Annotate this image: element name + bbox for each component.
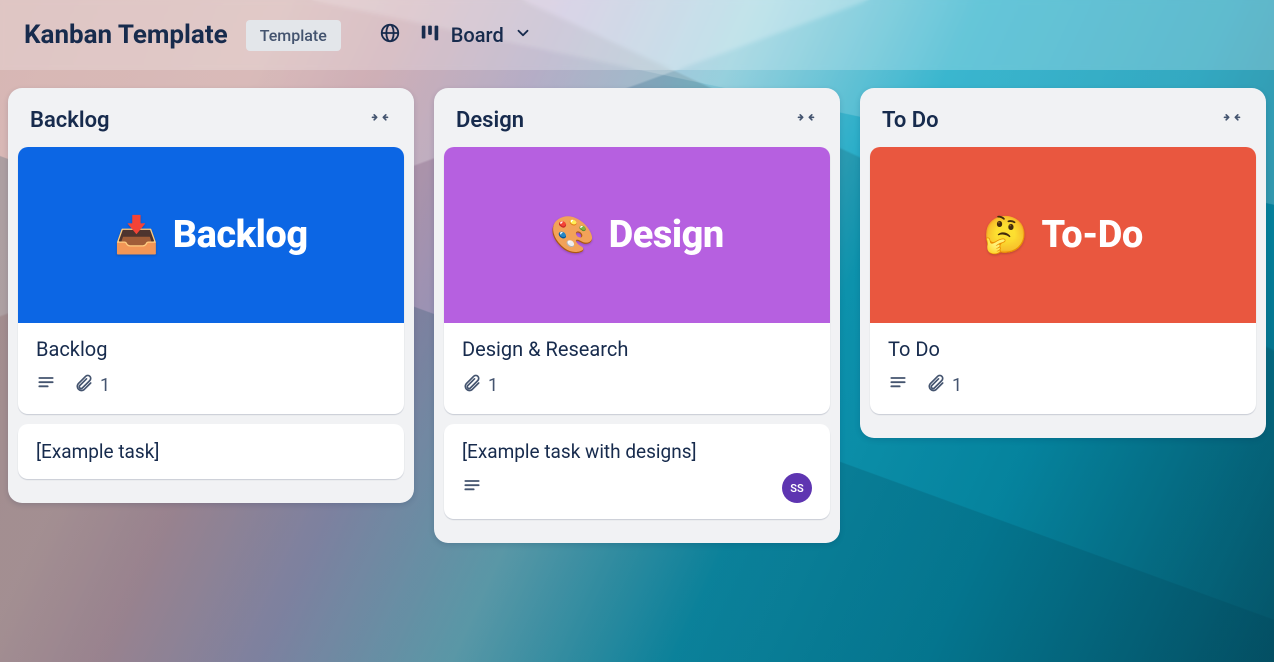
list: To Do 🤔 To-Do To Do 1: [860, 88, 1266, 438]
card[interactable]: 📥 Backlog Backlog 1: [18, 147, 404, 414]
board-title[interactable]: Kanban Template: [24, 20, 228, 50]
cover-emoji-icon: 🎨: [550, 214, 594, 256]
card[interactable]: 🎨 Design Design & Research 1: [444, 147, 830, 414]
list-title[interactable]: To Do: [882, 108, 939, 133]
attachment-icon: [462, 373, 482, 398]
card-title: Design & Research: [462, 337, 812, 361]
board-canvas[interactable]: Backlog 📥 Backlog Backlog 1: [0, 70, 1274, 543]
collapse-icon: [1220, 114, 1244, 133]
attachment-icon: [926, 373, 946, 398]
description-icon: [36, 373, 56, 398]
card-title: To Do: [888, 337, 1238, 361]
card[interactable]: 🤔 To-Do To Do 1: [870, 147, 1256, 414]
board-view-icon: [419, 22, 441, 49]
attachments-count: 1: [952, 375, 962, 396]
list-header: To Do: [870, 98, 1256, 147]
chevron-down-icon: [514, 23, 532, 47]
description-badge: [462, 476, 482, 501]
card-body: Design & Research 1: [444, 323, 830, 414]
view-switcher[interactable]: Board: [419, 22, 532, 49]
collapse-icon: [368, 114, 392, 133]
card-badges: 1: [888, 373, 1238, 398]
card[interactable]: [Example task with designs] SS: [444, 424, 830, 519]
board-header: Kanban Template Template Board: [0, 0, 1274, 70]
attachments-badge: 1: [462, 373, 498, 398]
cover-emoji-icon: 🤔: [983, 214, 1027, 256]
description-badge: [36, 373, 56, 398]
attachments-badge: 1: [926, 373, 962, 398]
globe-icon: [379, 22, 401, 48]
cover-text: To-Do: [1042, 213, 1143, 257]
card-cover: 🎨 Design: [444, 147, 830, 323]
card-badges: 1: [462, 373, 812, 398]
attachments-count: 1: [100, 375, 110, 396]
card-title: [Example task]: [36, 440, 386, 463]
list-header: Design: [444, 98, 830, 147]
cover-text: Design: [609, 213, 724, 257]
description-badge: [888, 373, 908, 398]
card-footer: SS: [462, 473, 812, 503]
template-badge[interactable]: Template: [246, 20, 341, 51]
collapse-icon: [794, 114, 818, 133]
list: Backlog 📥 Backlog Backlog 1: [8, 88, 414, 503]
collapse-list-button[interactable]: [368, 109, 392, 133]
description-icon: [888, 373, 908, 398]
card-title: Backlog: [36, 337, 386, 361]
list-header: Backlog: [18, 98, 404, 147]
card[interactable]: [Example task]: [18, 424, 404, 479]
card-title: [Example task with designs]: [462, 440, 812, 463]
description-icon: [462, 476, 482, 501]
member-avatar[interactable]: SS: [782, 473, 812, 503]
attachment-icon: [74, 373, 94, 398]
list-title[interactable]: Backlog: [30, 108, 110, 133]
collapse-list-button[interactable]: [1220, 109, 1244, 133]
card-body: Backlog 1: [18, 323, 404, 414]
card-body: To Do 1: [870, 323, 1256, 414]
cover-text: Backlog: [173, 213, 308, 257]
attachments-badge: 1: [74, 373, 110, 398]
list-title[interactable]: Design: [456, 108, 524, 133]
attachments-count: 1: [488, 375, 498, 396]
card-badges: 1: [36, 373, 386, 398]
cover-emoji-icon: 📥: [114, 214, 158, 256]
list: Design 🎨 Design Design & Research 1: [434, 88, 840, 543]
visibility-button[interactable]: [379, 22, 401, 48]
card-cover: 📥 Backlog: [18, 147, 404, 323]
card-badges: [462, 476, 482, 501]
view-label: Board: [451, 23, 504, 47]
collapse-list-button[interactable]: [794, 109, 818, 133]
card-cover: 🤔 To-Do: [870, 147, 1256, 323]
